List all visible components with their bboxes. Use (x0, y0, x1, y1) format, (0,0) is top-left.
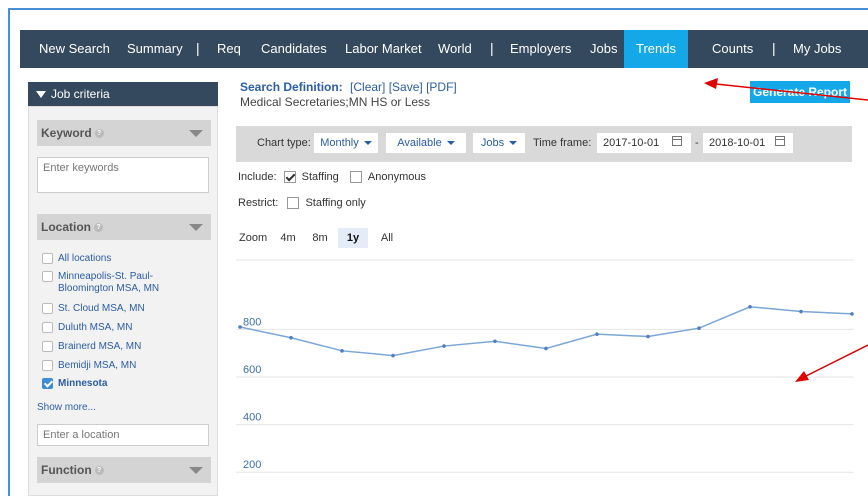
annotation-arrow-line (715, 83, 868, 101)
annotation-arrowhead (795, 371, 809, 382)
annotation-overlay (704, 78, 868, 382)
annotation-arrowhead (704, 78, 718, 89)
annotation-arrow-line (805, 344, 868, 377)
